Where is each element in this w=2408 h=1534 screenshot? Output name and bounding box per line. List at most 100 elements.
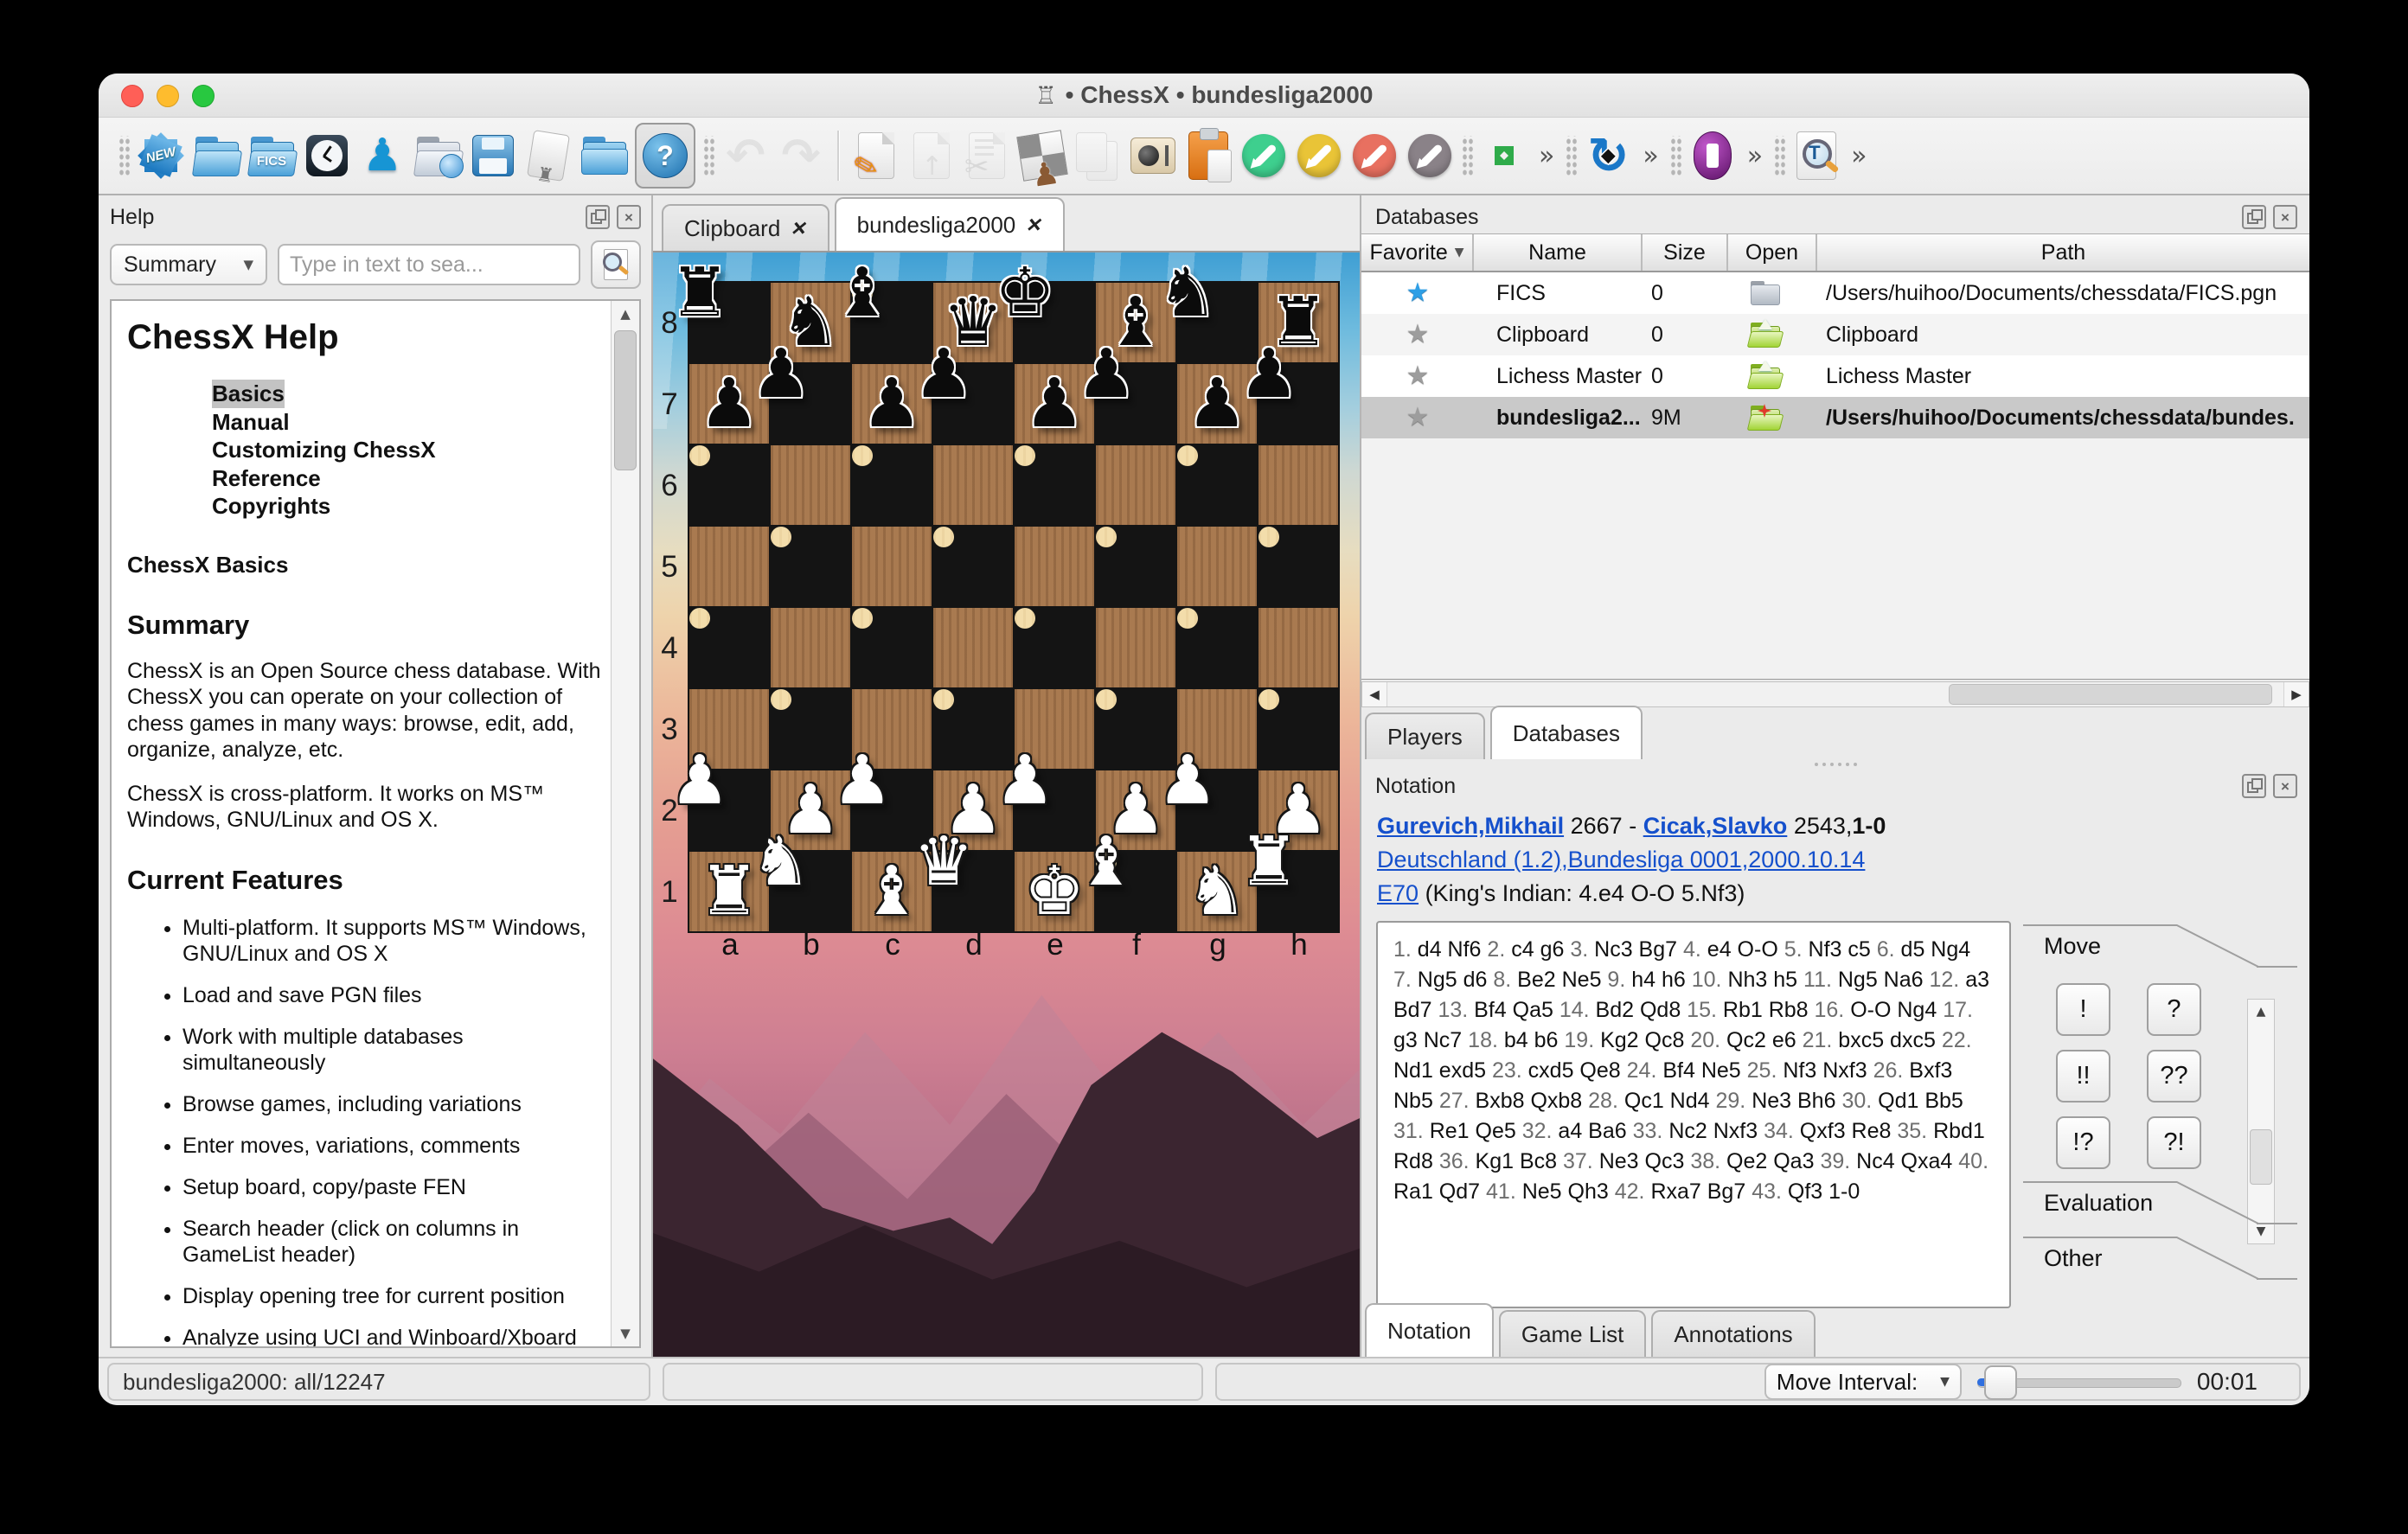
board-square-b1[interactable]: ♞ (771, 852, 791, 872)
board-square-h6[interactable] (1258, 445, 1338, 525)
scroll-up-icon[interactable]: ▲ (2248, 1000, 2274, 1024)
open-database-button[interactable] (191, 125, 241, 186)
close-window-button[interactable] (121, 85, 144, 107)
annotation-button[interactable]: ! (2056, 983, 2110, 1036)
databases-close-button[interactable]: × (2273, 205, 2297, 229)
board-square-a4[interactable] (689, 608, 710, 629)
chess-board[interactable]: ♜♞♝♛♚♝♞♜♟♟♟♟♟♟♟♟♟♟♟♟♟♟♟♟♜♞♝♛♚♝♞♜ (688, 281, 1340, 933)
board-square-f7[interactable]: ♟ (1096, 364, 1117, 385)
board-square-d6[interactable] (933, 445, 1013, 525)
setup-position-button[interactable]: ♟ (1017, 125, 1067, 186)
board-square-f4[interactable] (1096, 608, 1175, 687)
chess-piece[interactable]: ♞ (751, 822, 811, 902)
white-player-link[interactable]: Gurevich,Mikhail (1377, 813, 1564, 839)
slider-handle[interactable] (1984, 1365, 2017, 1400)
open-folder-icon[interactable] (1751, 364, 1780, 388)
board-square-c2[interactable]: ♟ (852, 770, 873, 791)
board-square-a5[interactable] (689, 527, 769, 606)
help-mode-dropdown[interactable]: Summary ▼ (110, 244, 267, 285)
board-square-g2[interactable]: ♟ (1177, 770, 1198, 791)
board-square-c8[interactable]: ♝ (852, 283, 873, 304)
column-header-path[interactable]: Path (1817, 234, 2309, 271)
eco-link[interactable]: E70 (1377, 880, 1419, 906)
game-moves[interactable]: 1. d4 Nf6 2. c4 g6 3. Nc3 Bg7 4. e4 O-O … (1376, 921, 2011, 1308)
board-square-e4[interactable] (1015, 608, 1035, 629)
tab-annotations[interactable]: Annotations (1651, 1310, 1815, 1357)
chess-piece[interactable]: ♟ (1239, 335, 1299, 414)
column-header-size[interactable]: Size (1643, 234, 1728, 271)
board-square-d3[interactable] (933, 689, 954, 710)
board-square-d5[interactable] (933, 527, 954, 547)
annotation-button[interactable]: !? (2056, 1116, 2110, 1169)
notation-float-button[interactable] (2242, 774, 2266, 798)
board-square-e5[interactable] (1015, 527, 1094, 606)
section-other[interactable]: Other (2023, 1233, 2297, 1283)
help-search-input[interactable] (278, 244, 580, 285)
board-square-h4[interactable] (1258, 608, 1338, 687)
scroll-down-icon[interactable]: ▼ (612, 1320, 639, 1346)
close-database-button[interactable] (579, 125, 629, 186)
zoom-window-button[interactable] (192, 85, 215, 107)
board-square-b6[interactable] (771, 445, 850, 525)
help-link[interactable]: Customizing ChessX (212, 436, 601, 464)
notation-close-button[interactable]: × (2273, 774, 2297, 798)
board-square-a2[interactable]: ♟ (689, 770, 710, 791)
closed-folder-icon[interactable] (1751, 281, 1780, 305)
scrollbar-thumb[interactable] (1949, 684, 2272, 705)
color-yellow-button[interactable] (1294, 125, 1344, 186)
board-square-e6[interactable] (1015, 445, 1035, 466)
web-download-button[interactable] (413, 125, 463, 186)
close-tab-icon[interactable]: × (790, 214, 810, 242)
open-folder-icon[interactable] (1751, 323, 1780, 347)
section-evaluation[interactable]: Evaluation (2023, 1178, 2297, 1228)
tab-notation[interactable]: Notation (1365, 1303, 1494, 1357)
chess-piece[interactable]: ♝ (832, 253, 893, 333)
toolbar-overflow-chevron[interactable]: » (1539, 141, 1554, 171)
help-close-button[interactable]: × (617, 205, 641, 229)
chess-piece[interactable]: ♜ (1239, 822, 1299, 902)
db-row-fics[interactable]: ★FICS0/Users/huihoo/Documents/chessdata/… (1361, 272, 2309, 314)
tab-databases[interactable]: Databases (1490, 706, 1643, 759)
undo-button[interactable]: ↶ (720, 125, 771, 186)
favorite-star-icon[interactable]: ★ (1406, 280, 1430, 306)
color-red-button[interactable] (1349, 125, 1399, 186)
board-square-g4[interactable] (1177, 608, 1198, 629)
annotation-button[interactable]: ?? (2147, 1050, 2201, 1103)
board-square-f3[interactable] (1096, 689, 1117, 710)
toolbar-overflow-chevron[interactable]: » (1643, 141, 1658, 171)
section-move[interactable]: Move (2023, 921, 2297, 971)
board-square-c6[interactable] (852, 445, 873, 466)
find-text-button[interactable]: T (1791, 125, 1841, 186)
move-interval-dropdown[interactable]: Move Interval: ▼ (1764, 1364, 1962, 1400)
tab-clipboard[interactable]: Clipboard × (662, 204, 829, 251)
redo-button[interactable]: ↷ (776, 125, 826, 186)
db-row-clipboard[interactable]: ★Clipboard0Clipboard (1361, 314, 2309, 355)
copy-game-button[interactable] (1073, 125, 1123, 186)
board-square-d4[interactable] (933, 608, 1013, 687)
chess-piece[interactable]: ♟ (995, 741, 1055, 821)
board-square-c5[interactable] (852, 527, 932, 606)
edit-game-button[interactable]: ✎ (851, 125, 901, 186)
minimize-window-button[interactable] (157, 85, 179, 107)
scroll-left-icon[interactable]: ◀ (1362, 682, 1387, 706)
board-square-a6[interactable] (689, 445, 710, 466)
help-link[interactable]: Copyrights (212, 492, 601, 521)
board-square-f1[interactable]: ♝ (1096, 852, 1117, 872)
help-link[interactable]: Reference (212, 464, 601, 493)
board-square-d7[interactable]: ♟ (933, 364, 954, 385)
chess-piece[interactable]: ♚ (995, 253, 1055, 333)
chess-piece[interactable]: ♝ (1076, 822, 1137, 902)
db-row-lichessmaster[interactable]: ★Lichess Master0Lichess Master (1361, 355, 2309, 397)
scroll-up-icon[interactable]: ▲ (612, 301, 639, 327)
column-header-favorite[interactable]: Favorite ▼ (1361, 234, 1474, 271)
help-search-button[interactable] (591, 240, 641, 289)
chess-piece[interactable]: ♟ (1157, 741, 1218, 821)
chess-piece[interactable]: ♟ (751, 335, 811, 414)
chess-piece[interactable]: ♛ (913, 822, 974, 902)
help-link[interactable]: Basics (212, 380, 601, 408)
export-image-button[interactable]: ♜ (523, 125, 573, 186)
color-green-button[interactable] (1239, 125, 1289, 186)
tab-players[interactable]: Players (1365, 713, 1485, 759)
save-game-button[interactable]: ↑ (906, 125, 957, 186)
board-square-g6[interactable] (1177, 445, 1198, 466)
